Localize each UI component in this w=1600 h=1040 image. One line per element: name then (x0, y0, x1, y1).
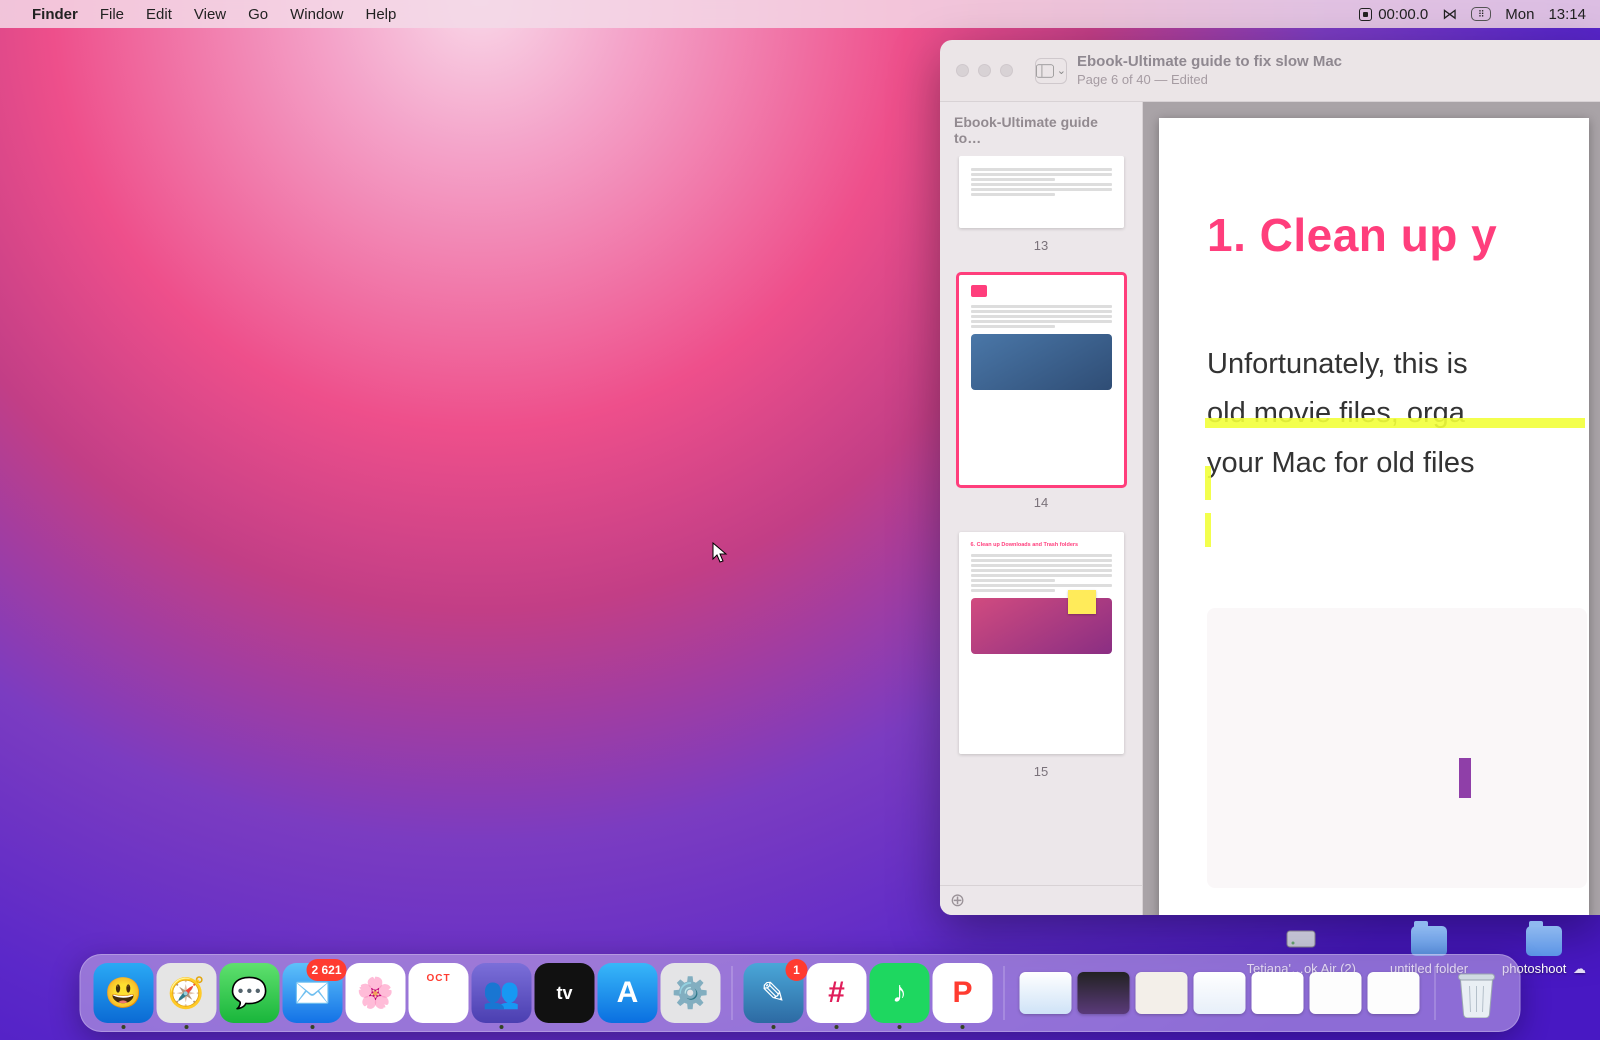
page-heading: 1. Clean up y (1207, 208, 1589, 262)
running-indicator (961, 1025, 965, 1029)
document-page: 1. Clean up y Unfortunately, this is old… (1159, 118, 1589, 915)
dock-app-teams[interactable]: 👥 (472, 963, 532, 1023)
page-thumbnail[interactable] (959, 156, 1124, 228)
dock-minimized-window[interactable] (1136, 972, 1188, 1014)
running-indicator (185, 1025, 189, 1029)
page-thumbnail[interactable] (959, 275, 1124, 485)
thumbnail-number: 13 (958, 238, 1124, 253)
document-viewport[interactable]: 1. Clean up y Unfortunately, this is old… (1143, 102, 1600, 915)
dock-app-finder[interactable]: 😃 (94, 963, 154, 1023)
calendar-day: 3 (430, 984, 447, 1014)
dock-app-tv[interactable]: tv (535, 963, 595, 1023)
folder-icon (1526, 926, 1562, 956)
menu-help[interactable]: Help (366, 6, 397, 23)
page-image-placeholder (1207, 608, 1587, 888)
stop-record-icon[interactable] (1359, 8, 1372, 21)
page-text: your Mac for old files (1207, 439, 1589, 488)
control-center-icon[interactable]: ⠿ (1471, 7, 1491, 21)
dock-separator (732, 966, 733, 1020)
dock-app-drafts[interactable]: ✎ 1 (744, 963, 804, 1023)
mouse-cursor-icon (712, 542, 728, 564)
running-indicator (898, 1025, 902, 1029)
menu-go[interactable]: Go (248, 6, 268, 23)
dock-minimized-window[interactable] (1020, 972, 1072, 1014)
thumbnail-number: 14 (958, 495, 1124, 510)
add-page-button[interactable]: ⊕ (950, 890, 965, 911)
running-indicator (122, 1025, 126, 1029)
menubar-extra-icon[interactable]: ⋈ (1442, 5, 1457, 23)
chevron-down-icon: ⌄ (1057, 64, 1066, 77)
page-graphic (1459, 758, 1471, 798)
zoom-button[interactable] (1000, 64, 1013, 77)
preview-window: ⌄ Ebook-Ultimate guide to fix slow Mac P… (940, 40, 1600, 915)
cloud-download-icon: ☁ (1569, 961, 1586, 976)
disk-icon (1283, 920, 1319, 956)
document-page-status: Page 6 of 40 — Edited (1077, 72, 1342, 88)
toggle-sidebar-button[interactable]: ⌄ (1035, 58, 1067, 84)
sidebar-doc-title: Ebook-Ultimate guide to… (940, 102, 1142, 156)
running-indicator (500, 1025, 504, 1029)
window-titlebar[interactable]: ⌄ Ebook-Ultimate guide to fix slow Mac P… (940, 40, 1600, 102)
screen-record-indicator[interactable]: 00:00.0 (1359, 6, 1428, 23)
dock-minimized-window[interactable] (1310, 972, 1362, 1014)
minimize-button[interactable] (978, 64, 991, 77)
page-text: Unfortunately, this is (1207, 340, 1589, 389)
dock-app-messages[interactable]: 💬 (220, 963, 280, 1023)
dock-app-photos[interactable]: 🌸 (346, 963, 406, 1023)
highlight-annotation[interactable] (1205, 513, 1211, 547)
dock-app-appstore[interactable]: A (598, 963, 658, 1023)
menu-bar: Finder File Edit View Go Window Help 00:… (0, 0, 1600, 28)
dock-trash[interactable] (1447, 963, 1507, 1023)
page-thumbnail[interactable]: 6. Clean up Downloads and Trash folders (959, 532, 1124, 754)
dock-minimized-window[interactable] (1194, 972, 1246, 1014)
highlight-annotation[interactable] (1205, 466, 1211, 500)
sticky-note-icon (1068, 590, 1096, 614)
thumbnail-sidebar: Ebook-Ultimate guide to… 13 (940, 102, 1143, 915)
menubar-clock[interactable]: 13:14 (1548, 6, 1586, 23)
sidebar-icon (1036, 64, 1054, 78)
document-title: Ebook-Ultimate guide to fix slow Mac (1077, 53, 1342, 72)
highlight-annotation[interactable] (1205, 418, 1585, 428)
badge-count: 2 621 (306, 959, 346, 981)
close-button[interactable] (956, 64, 969, 77)
trash-icon (1455, 968, 1499, 1018)
dock-recents (1020, 972, 1420, 1014)
dock-app-settings[interactable]: ⚙️ (661, 963, 721, 1023)
dock-minimized-window[interactable] (1368, 972, 1420, 1014)
dock-app-safari[interactable]: 🧭 (157, 963, 217, 1023)
page-text: old movie files, orga (1207, 389, 1589, 438)
thumbnail-list[interactable]: 13 14 6. Clean up Downloads and Trash fo… (940, 156, 1142, 885)
dock-app-spotify[interactable]: ♪ (870, 963, 930, 1023)
dock: 😃 🧭 💬 ✉️ 2 621 🌸 OCT 3 👥 tv A ⚙️ ✎ 1 # ♪… (80, 954, 1521, 1032)
traffic-lights (956, 64, 1013, 77)
menu-view[interactable]: View (194, 6, 226, 23)
folder-icon (1411, 926, 1447, 956)
menu-window[interactable]: Window (290, 6, 343, 23)
menubar-day[interactable]: Mon (1505, 6, 1534, 23)
dock-minimized-window[interactable] (1252, 972, 1304, 1014)
dock-minimized-window[interactable] (1078, 972, 1130, 1014)
dock-app-mail[interactable]: ✉️ 2 621 (283, 963, 343, 1023)
running-indicator (311, 1025, 315, 1029)
menu-app[interactable]: Finder (32, 6, 78, 23)
dock-app-pdfexpert[interactable]: P (933, 963, 993, 1023)
running-indicator (835, 1025, 839, 1029)
badge-count: 1 (786, 959, 808, 981)
dock-app-slack[interactable]: # (807, 963, 867, 1023)
dock-separator (1435, 966, 1436, 1020)
menu-file[interactable]: File (100, 6, 124, 23)
dock-app-calendar[interactable]: OCT 3 (409, 963, 469, 1023)
thumbnail-number: 15 (958, 764, 1124, 779)
record-time: 00:00.0 (1378, 6, 1428, 23)
menu-edit[interactable]: Edit (146, 6, 172, 23)
running-indicator (772, 1025, 776, 1029)
dock-separator (1004, 966, 1005, 1020)
